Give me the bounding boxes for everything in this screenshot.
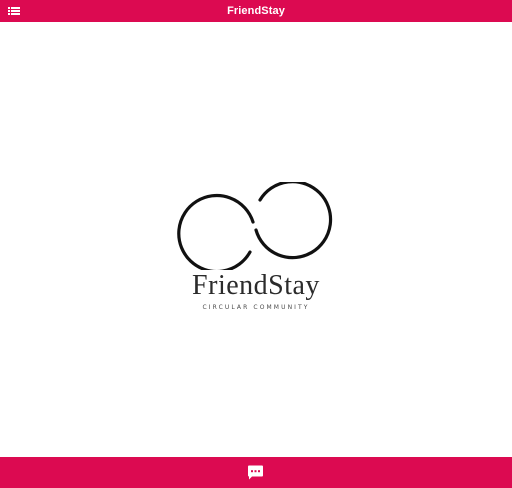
chat-bubble-icon [248, 465, 263, 480]
app-window: FriendStay FriendStay CIRCULAR COMMUNITY [0, 0, 512, 488]
bottom-bar [0, 457, 512, 488]
main-content: FriendStay CIRCULAR COMMUNITY [0, 22, 512, 457]
logo-tagline: CIRCULAR COMMUNITY [202, 304, 310, 311]
top-app-bar: FriendStay [0, 0, 512, 22]
friendstay-logo: FriendStay CIRCULAR COMMUNITY [172, 182, 340, 317]
infinity-loop-icon [177, 182, 333, 270]
logo-wordmark: FriendStay [192, 270, 320, 301]
app-title: FriendStay [227, 5, 285, 17]
chat-button[interactable] [247, 464, 264, 481]
